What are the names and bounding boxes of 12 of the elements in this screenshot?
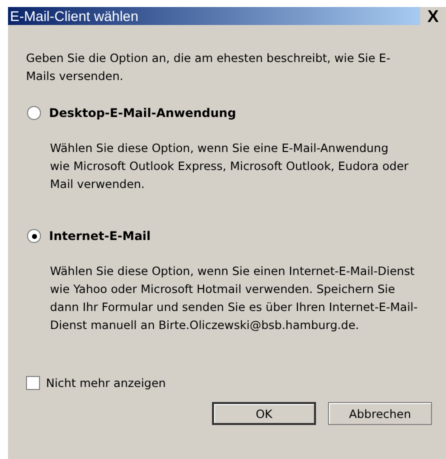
window-title: E-Mail-Client wählen <box>10 8 138 24</box>
checkbox[interactable] <box>26 376 40 390</box>
option-description: Wählen Sie diese Option, wenn Sie eine E-Mail-Anwendung wie Microsoft Outlook Express, Microsoft Outlook, Eudora oder Mail verwenden. <box>50 140 410 193</box>
checkbox-option[interactable]: Nicht mehr anzeigen <box>26 376 432 390</box>
radio-option[interactable]: Desktop-E-Mail-Anwendung <box>27 106 432 120</box>
instruction-text: Geben Sie die Option an, die am ehesten beschreibt, wie Sie E-Mails versenden. <box>26 50 392 85</box>
radio-button[interactable] <box>27 106 41 120</box>
dialog-button[interactable]: Abbrechen <box>328 402 432 425</box>
radio-button[interactable] <box>27 229 41 243</box>
radio-option[interactable]: Internet-E-Mail <box>27 229 432 243</box>
option-description: Wählen Sie diese Option, wenn Sie einen Internet-E-Mail-Dienst wie Yahoo oder Microsoft Hotmail verwenden. Speichern Sie dann Ihr Formular und senden Sie es über Ihren Internet-E-Mail-Dienst manuell an Birte.Oliczewski@bsb.hamburg.de. <box>50 263 419 334</box>
dialog-button[interactable]: OK <box>212 402 316 425</box>
